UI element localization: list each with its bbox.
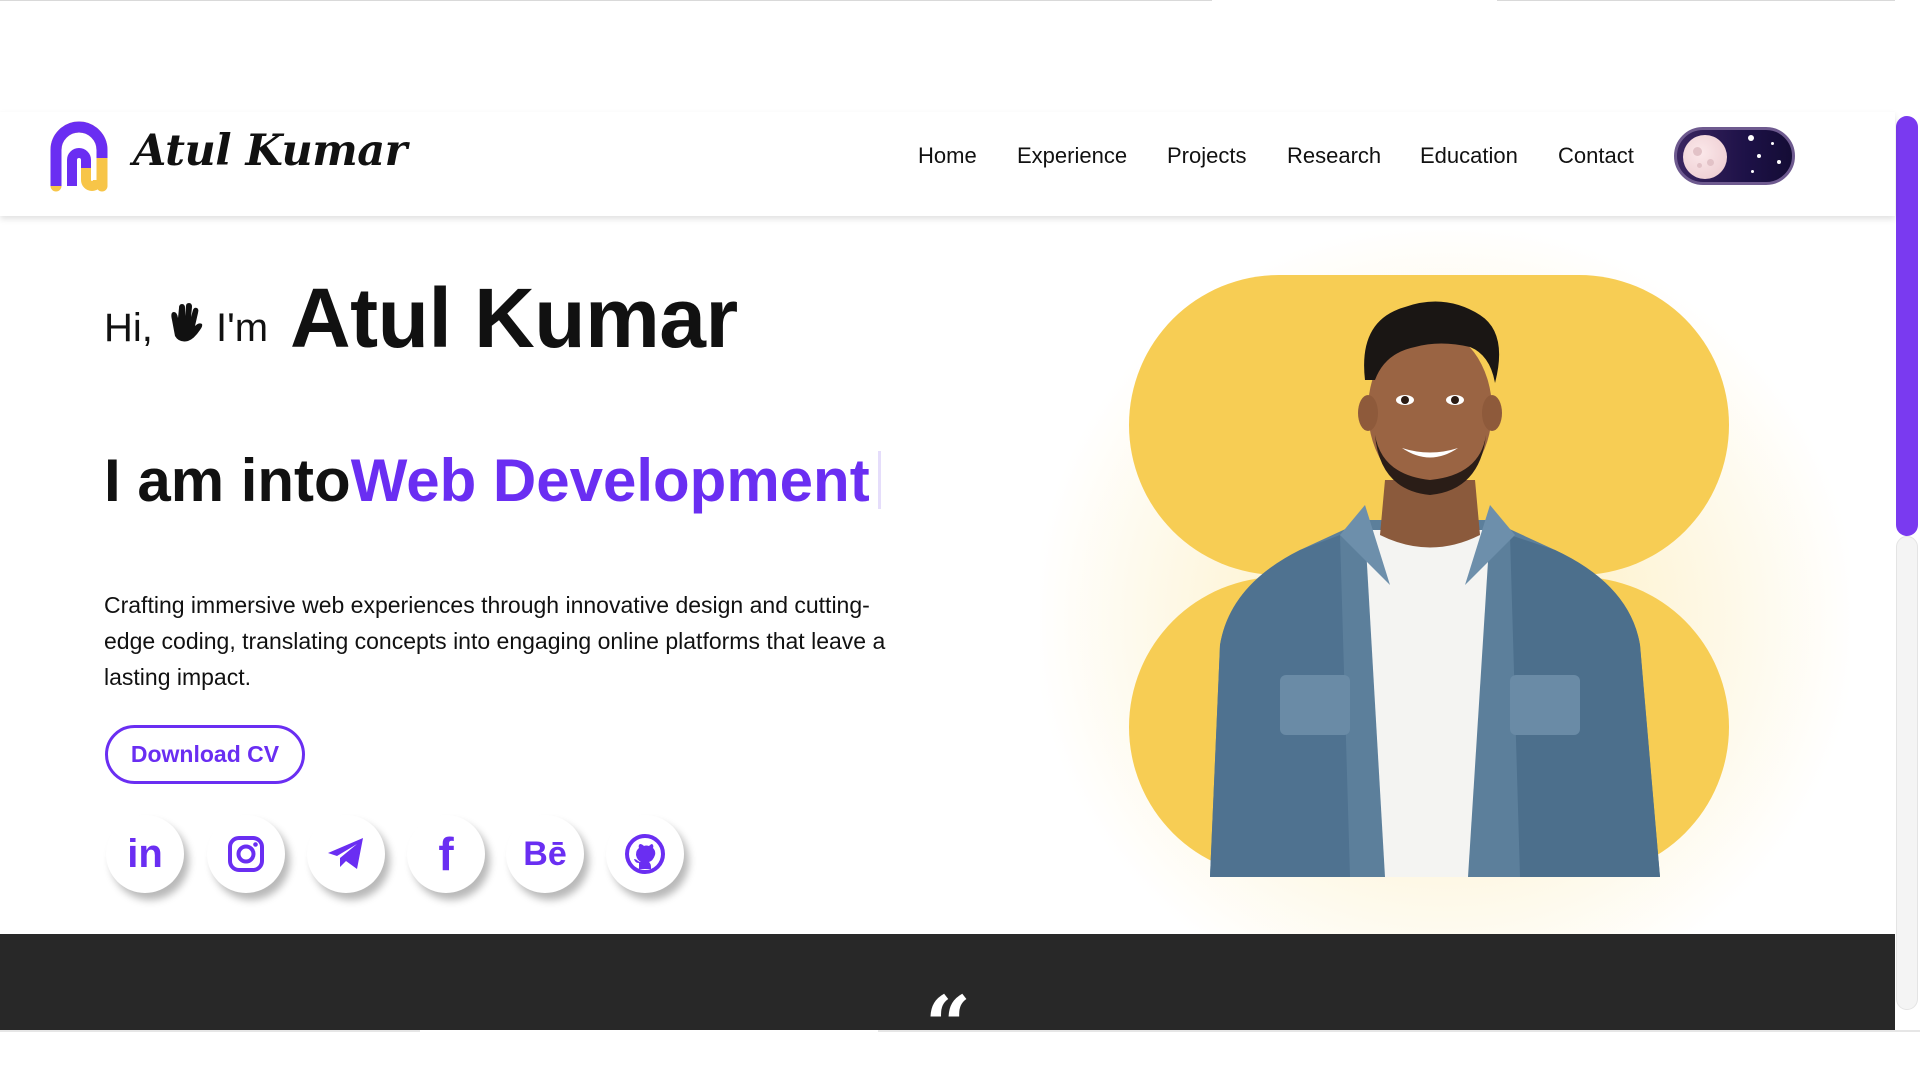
top-divider bbox=[1497, 0, 1895, 1]
bottom-divider bbox=[878, 1030, 1920, 1032]
star-icon bbox=[1751, 170, 1754, 173]
brand-name[interactable]: Atul Kumar bbox=[133, 126, 407, 176]
telegram-icon bbox=[328, 838, 363, 869]
nav-contact[interactable]: Contact bbox=[1558, 143, 1634, 169]
github-icon bbox=[625, 834, 665, 874]
nav-education[interactable]: Education bbox=[1420, 143, 1518, 169]
linkedin-button[interactable]: in bbox=[106, 815, 184, 893]
greeting-im: I'm bbox=[216, 306, 269, 350]
nav-research[interactable]: Research bbox=[1287, 143, 1381, 169]
star-icon bbox=[1748, 135, 1754, 141]
behance-icon: Bē bbox=[523, 834, 567, 873]
telegram-button[interactable] bbox=[307, 815, 385, 893]
profile-photo bbox=[1210, 301, 1660, 877]
star-icon bbox=[1771, 142, 1774, 145]
nav-experience[interactable]: Experience bbox=[1017, 143, 1127, 169]
theme-toggle[interactable] bbox=[1674, 127, 1795, 185]
hero-description: Crafting immersive web experiences throu… bbox=[104, 592, 886, 690]
tagline-prefix: I am into bbox=[104, 447, 351, 514]
star-icon bbox=[1777, 160, 1781, 164]
facebook-icon: f bbox=[438, 828, 454, 880]
scrollbar-thumb[interactable] bbox=[1896, 116, 1918, 536]
nav-projects[interactable]: Projects bbox=[1167, 143, 1246, 169]
waving-hand-icon bbox=[171, 303, 203, 342]
typing-caret bbox=[877, 451, 881, 509]
nav-home[interactable]: Home bbox=[918, 143, 977, 169]
instagram-icon bbox=[228, 836, 264, 872]
download-cv-button[interactable]: Download CV bbox=[105, 725, 305, 784]
hero-name: Atul Kumar bbox=[290, 271, 738, 365]
greeting-hi: Hi, bbox=[104, 306, 153, 350]
moon-icon bbox=[1683, 135, 1727, 179]
top-divider bbox=[0, 0, 1212, 1]
page-bottom-area bbox=[0, 1030, 1920, 1080]
star-icon bbox=[1757, 154, 1761, 158]
behance-button[interactable]: Bē bbox=[506, 815, 584, 893]
instagram-button[interactable] bbox=[207, 815, 285, 893]
scrollbar-rail[interactable] bbox=[1896, 536, 1918, 1010]
linkedin-icon: in bbox=[127, 831, 163, 876]
facebook-button[interactable]: f bbox=[407, 815, 485, 893]
github-button[interactable] bbox=[606, 815, 684, 893]
page-top-area bbox=[0, 0, 1895, 112]
bottom-divider bbox=[0, 1030, 420, 1032]
tagline-highlight: Web Development bbox=[350, 447, 870, 514]
hero-tagline: I am intoWeb Development bbox=[104, 446, 881, 515]
logo-icon[interactable] bbox=[50, 120, 108, 192]
